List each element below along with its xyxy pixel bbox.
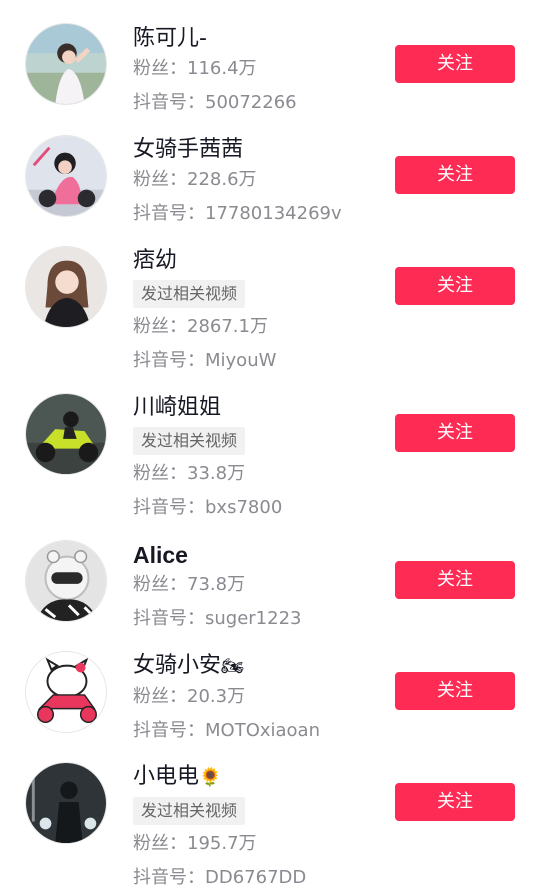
fans-count: 粉丝：33.8万 — [133, 463, 246, 484]
follow-button[interactable]: 关注 — [395, 156, 515, 194]
follow-button[interactable]: 关注 — [395, 45, 515, 83]
fans-count: 粉丝：2867.1万 — [133, 316, 268, 337]
related-video-tag: 发过相关视频 — [133, 427, 246, 455]
avatar-image — [26, 136, 106, 216]
douyin-id: 抖音号：50072266 — [133, 92, 297, 113]
douyin-id: 抖音号：bxs7800 — [133, 497, 283, 518]
avatar-image — [26, 24, 106, 104]
avatar-image — [26, 763, 106, 843]
user-name[interactable]: 陈可儿- — [133, 24, 297, 54]
user-name[interactable]: Alice — [133, 540, 302, 570]
avatar-image — [26, 394, 106, 474]
related-video-tag: 发过相关视频 — [133, 280, 246, 308]
avatar[interactable] — [25, 135, 107, 217]
motorcycle-icon: 🏍 — [221, 656, 244, 677]
follow-button[interactable]: 关注 — [395, 783, 515, 821]
related-video-tag: 发过相关视频 — [133, 797, 246, 825]
avatar[interactable] — [25, 393, 107, 475]
user-name[interactable]: 女骑手茜茜 — [133, 135, 342, 165]
fans-count: 粉丝：73.8万 — [133, 574, 246, 595]
follow-button[interactable]: 关注 — [395, 267, 515, 305]
avatar[interactable] — [25, 762, 107, 844]
avatar-image — [26, 652, 106, 732]
avatar-image — [26, 247, 106, 327]
avatar[interactable] — [25, 23, 107, 105]
user-name[interactable]: 痞幼 — [133, 246, 276, 276]
douyin-id: 抖音号：MOTOxiaoan — [133, 720, 320, 741]
douyin-id: 抖音号：suger1223 — [133, 608, 302, 629]
douyin-id: 抖音号：17780134269v — [133, 203, 342, 224]
fans-count: 粉丝：195.7万 — [133, 833, 257, 854]
user-name[interactable]: 川崎姐姐 — [133, 393, 282, 423]
user-name[interactable]: 小电电🌻 — [133, 762, 306, 793]
avatar-image — [26, 541, 106, 621]
user-name[interactable]: 女骑小安🏍 — [133, 651, 320, 682]
sunflower-icon: 🌻 — [199, 767, 222, 788]
follow-button[interactable]: 关注 — [395, 672, 515, 710]
avatar[interactable] — [25, 540, 107, 622]
douyin-id: 抖音号：DD6767DD — [133, 867, 307, 888]
avatar[interactable] — [25, 246, 107, 328]
follow-button[interactable]: 关注 — [395, 414, 515, 452]
follow-button[interactable]: 关注 — [395, 561, 515, 599]
fans-count: 粉丝：116.4万 — [133, 58, 257, 79]
avatar[interactable] — [25, 651, 107, 733]
douyin-id: 抖音号：MiyouW — [133, 350, 277, 371]
fans-count: 粉丝：20.3万 — [133, 686, 246, 707]
fans-count: 粉丝：228.6万 — [133, 169, 257, 190]
